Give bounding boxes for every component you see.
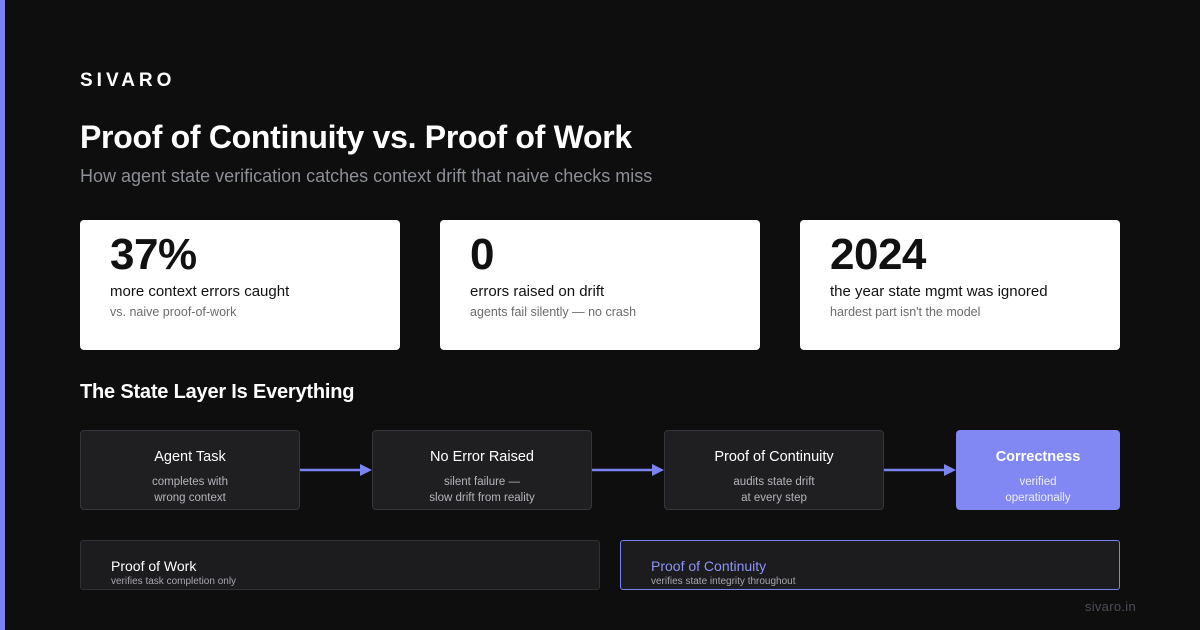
stat-card-context-errors: 37% more context errors caught vs. naive… (80, 220, 400, 350)
flow-node-desc-line: operationally (1005, 492, 1071, 504)
stat-value: 0 (470, 230, 494, 279)
flow-node-correctness: Correctness verified operationally (956, 430, 1120, 510)
compare-desc: verifies state integrity throughout (651, 576, 796, 587)
flow-arrow-icon (300, 462, 372, 478)
page-title: Proof of Continuity vs. Proof of Work (80, 119, 632, 155)
compare-card-proof-of-work: Proof of Work verifies task completion o… (80, 540, 600, 590)
flow-node-desc: completes with wrong context (81, 474, 299, 506)
flow-node-agent-task: Agent Task completes with wrong context (80, 430, 300, 510)
flow-node-title: Agent Task (154, 449, 226, 465)
flow-node-desc-line: slow drift from reality (429, 492, 535, 504)
stat-note: agents fail silently — no crash (470, 305, 637, 319)
flow-arrow-icon (592, 462, 664, 478)
stat-label: errors raised on drift (470, 283, 605, 300)
brand-logo: SIVARO (80, 70, 176, 91)
flow-node-title: No Error Raised (430, 449, 534, 465)
stat-label: the year state mgmt was ignored (830, 283, 1048, 300)
flow-node-title: Proof of Continuity (714, 449, 834, 465)
compare-title: Proof of Continuity (651, 558, 767, 574)
flow-node-desc: verified operationally (957, 474, 1119, 506)
stat-card-errors-raised: 0 errors raised on drift agents fail sil… (440, 220, 760, 350)
flow-node-no-error: No Error Raised silent failure — slow dr… (372, 430, 592, 510)
flow-node-proof-of-continuity: Proof of Continuity audits state drift a… (664, 430, 884, 510)
flow-node-desc: audits state drift at every step (665, 474, 883, 506)
stat-value: 2024 (830, 230, 926, 279)
flow-node-desc-line: wrong context (154, 492, 226, 504)
flow-node-desc-line: silent failure — (443, 476, 521, 488)
footer-url: sivaro.in (1084, 599, 1136, 614)
flow-node-desc-line: completes with (151, 476, 229, 488)
flow-node-desc: silent failure — slow drift from reality (373, 474, 591, 506)
compare-title: Proof of Work (111, 558, 197, 574)
stat-label: more context errors caught (110, 283, 290, 300)
compare-desc: verifies task completion only (111, 576, 237, 587)
flow-node-desc-line: at every step (741, 492, 807, 504)
section-title: The State Layer Is Everything (80, 381, 355, 403)
flow-node-desc-line: verified (1019, 476, 1057, 488)
stat-note: vs. naive proof-of-work (110, 305, 237, 319)
accent-bar (0, 0, 5, 630)
compare-card-proof-of-continuity: Proof of Continuity verifies state integ… (620, 540, 1120, 590)
stat-note: hardest part isn't the model (830, 305, 981, 319)
flow-node-title: Correctness (995, 449, 1081, 465)
stat-card-year: 2024 the year state mgmt was ignored har… (800, 220, 1120, 350)
flow-node-desc-line: audits state drift (733, 476, 815, 488)
page-subtitle: How agent state verification catches con… (80, 166, 653, 186)
flow-arrow-icon (884, 462, 956, 478)
stat-value: 37% (110, 230, 197, 279)
